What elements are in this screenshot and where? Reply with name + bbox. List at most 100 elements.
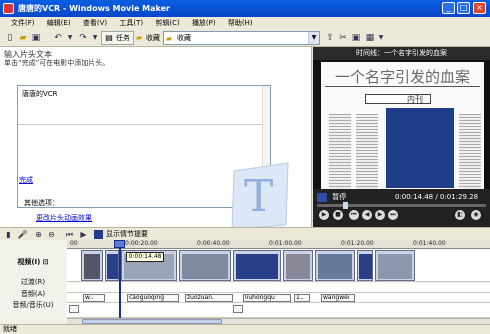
done-link[interactable]: 完成: [19, 175, 33, 185]
close-button[interactable]: ×: [473, 2, 486, 14]
tasks-label: 任务: [116, 34, 130, 42]
clip-thumbnail: [84, 254, 100, 279]
collections-icon: ▰: [135, 33, 143, 42]
time-ruler[interactable]: 00 0:00:20.00 0:00:40.00 0:01:00.00 0:01…: [67, 240, 490, 249]
clip-thumbnail: [318, 254, 352, 279]
show-storyboard-button[interactable]: 显示情节提要: [94, 229, 148, 240]
audio-clip[interactable]: caoguoqing: [127, 294, 179, 302]
redo-icon[interactable]: ↷: [77, 32, 89, 44]
collection-select-value: 收藏: [177, 34, 191, 42]
ruler-label: 0:01:00.00: [269, 240, 302, 247]
preview-monitor: 时间线：一个名字引发的血案 一个名字引发的血案 内刊 暂停 0:00:14.48…: [313, 47, 490, 229]
take-picture-icon[interactable]: ◉: [471, 210, 481, 220]
up-folder-icon[interactable]: ⇧: [324, 32, 336, 44]
menu-play[interactable]: 播放(P): [187, 17, 221, 29]
minimize-button[interactable]: _: [442, 2, 455, 14]
video-clip[interactable]: [315, 250, 355, 281]
video-clip[interactable]: [357, 250, 373, 281]
play-icon[interactable]: ▶: [319, 210, 329, 220]
menu-tools[interactable]: 工具(T): [114, 17, 148, 29]
stop-icon[interactable]: ■: [333, 210, 343, 220]
undo-icon[interactable]: ↶: [52, 32, 64, 44]
audio-clip[interactable]: zuozuan.: [185, 294, 233, 302]
zoom-in-icon[interactable]: ⊕: [33, 229, 44, 240]
clip-thumbnail: [182, 254, 228, 279]
video-clip[interactable]: [233, 250, 281, 281]
clip-thumbnail: [107, 254, 118, 279]
app-icon: [3, 3, 14, 14]
rewind-timeline-icon[interactable]: ⏮: [64, 229, 75, 240]
track-label-audio-music: 音频/音乐(U): [12, 301, 54, 309]
audio-clip[interactable]: liuhongqu: [243, 294, 291, 302]
menu-file[interactable]: 文件(F): [6, 17, 40, 29]
collection-select[interactable]: ▰ 收藏 ▼: [163, 31, 320, 45]
playhead[interactable]: [119, 240, 121, 318]
audio-clip[interactable]: w..: [83, 294, 105, 302]
title-bar: 唐唐的VCR - Windows Movie Maker _ □ ×: [0, 0, 490, 17]
cut-icon[interactable]: ✂: [337, 32, 349, 44]
toolbar: ▯ ▰ ▣ ↶ ▼ ↷ ▼ ▤ 任务 ▰ 收藏 ▰ 收藏 ▼ ⇧ ✂ ▣ ▦ ▼: [0, 29, 490, 47]
track-label-transition: 过渡(R): [20, 278, 46, 286]
storyboard-icon: [94, 230, 103, 239]
zoom-out-icon[interactable]: ⊖: [46, 229, 57, 240]
ruler-label: 0:00:40.00: [197, 240, 230, 247]
audio-clip[interactable]: 1..: [294, 294, 310, 302]
title-entry-pane: 输入片头文本 单击“完成”可在电影中添加片头。 唐唐的VCR 完成 取消 其他选…: [0, 47, 312, 227]
video-clip[interactable]: [179, 250, 231, 281]
audio-music-track[interactable]: [67, 303, 490, 318]
music-clip[interactable]: [233, 305, 243, 313]
undo-dropdown-icon[interactable]: ▼: [64, 32, 76, 44]
video-clip[interactable]: [375, 250, 415, 281]
ruler-label: 0:01:40.00: [413, 240, 446, 247]
timeline-toolbar: ▮ 🎤 ⊕ ⊖ ⏮ ▶ 显示情节提要: [0, 227, 490, 240]
save-project-icon[interactable]: ▣: [30, 32, 42, 44]
playhead-handle[interactable]: [114, 240, 125, 248]
timeline: 00 0:00:20.00 0:00:40.00 0:01:00.00 0:01…: [0, 240, 490, 324]
video-clip[interactable]: [283, 250, 313, 281]
forward-end-icon[interactable]: ⏭: [388, 210, 398, 220]
redo-dropdown-icon[interactable]: ▼: [89, 32, 101, 44]
menu-help[interactable]: 帮助(H): [223, 17, 258, 29]
title-t-icon: T: [231, 162, 289, 227]
menu-edit[interactable]: 编辑(E): [42, 17, 76, 29]
new-project-icon[interactable]: ▯: [4, 32, 16, 44]
collections-label: 收藏: [146, 34, 160, 42]
rewind-start-icon[interactable]: ⏮: [349, 210, 359, 220]
seek-thumb[interactable]: [343, 202, 348, 209]
audio-clip[interactable]: wangwei: [321, 294, 355, 302]
track-label-video-text: 视频(I): [17, 258, 41, 266]
collections-button[interactable]: ▰ 收藏: [131, 31, 164, 45]
clip-thumbnail: [378, 254, 412, 279]
playback-status-text: 暂停: [332, 193, 347, 201]
previous-frame-icon[interactable]: ◀: [362, 210, 372, 220]
pane-hint: 单击“完成”可在电影中添加片头。: [4, 59, 110, 67]
status-icon: [317, 192, 327, 202]
set-audio-levels-icon[interactable]: ▮: [3, 229, 14, 240]
seek-bar[interactable]: [317, 202, 486, 209]
folder-new-icon[interactable]: ▣: [350, 32, 362, 44]
video-clip[interactable]: [105, 250, 119, 281]
title-text-value: 唐唐的VCR: [22, 90, 58, 98]
chevron-down-icon[interactable]: ▼: [308, 32, 319, 44]
music-clip[interactable]: [69, 305, 79, 313]
transition-track[interactable]: [67, 283, 490, 293]
maximize-button[interactable]: □: [457, 2, 470, 14]
tasks-icon: ▤: [105, 33, 113, 42]
playback-time: 0:00:14.48 / 0:01:29.28: [395, 193, 479, 201]
player-controls: 暂停 0:00:14.48 / 0:01:29.28 ▶ ■ ⏮ ◀ ▶ ⏭ ◧…: [313, 189, 490, 227]
split-clip-icon[interactable]: ◧: [455, 210, 465, 220]
next-frame-icon[interactable]: ▶: [375, 210, 385, 220]
tasks-button[interactable]: ▤ 任务: [101, 31, 134, 45]
views-dropdown-icon[interactable]: ▼: [375, 32, 387, 44]
show-storyboard-label: 显示情节提要: [106, 230, 148, 238]
preview-rule: [325, 86, 480, 87]
change-animation-link[interactable]: 更改片头动画效果: [36, 213, 92, 223]
menu-view[interactable]: 查看(V): [78, 17, 112, 29]
narrate-timeline-icon[interactable]: 🎤: [17, 229, 28, 240]
collapse-track-icon[interactable]: ⊟: [43, 258, 49, 266]
audio-track[interactable]: w.. caoguoqing zuozuan. liuhongqu 1.. wa…: [67, 293, 490, 303]
play-timeline-icon[interactable]: ▶: [78, 229, 89, 240]
menu-clip[interactable]: 剪辑(C): [150, 17, 184, 29]
video-clip[interactable]: [81, 250, 103, 281]
open-project-icon[interactable]: ▰: [17, 32, 29, 44]
